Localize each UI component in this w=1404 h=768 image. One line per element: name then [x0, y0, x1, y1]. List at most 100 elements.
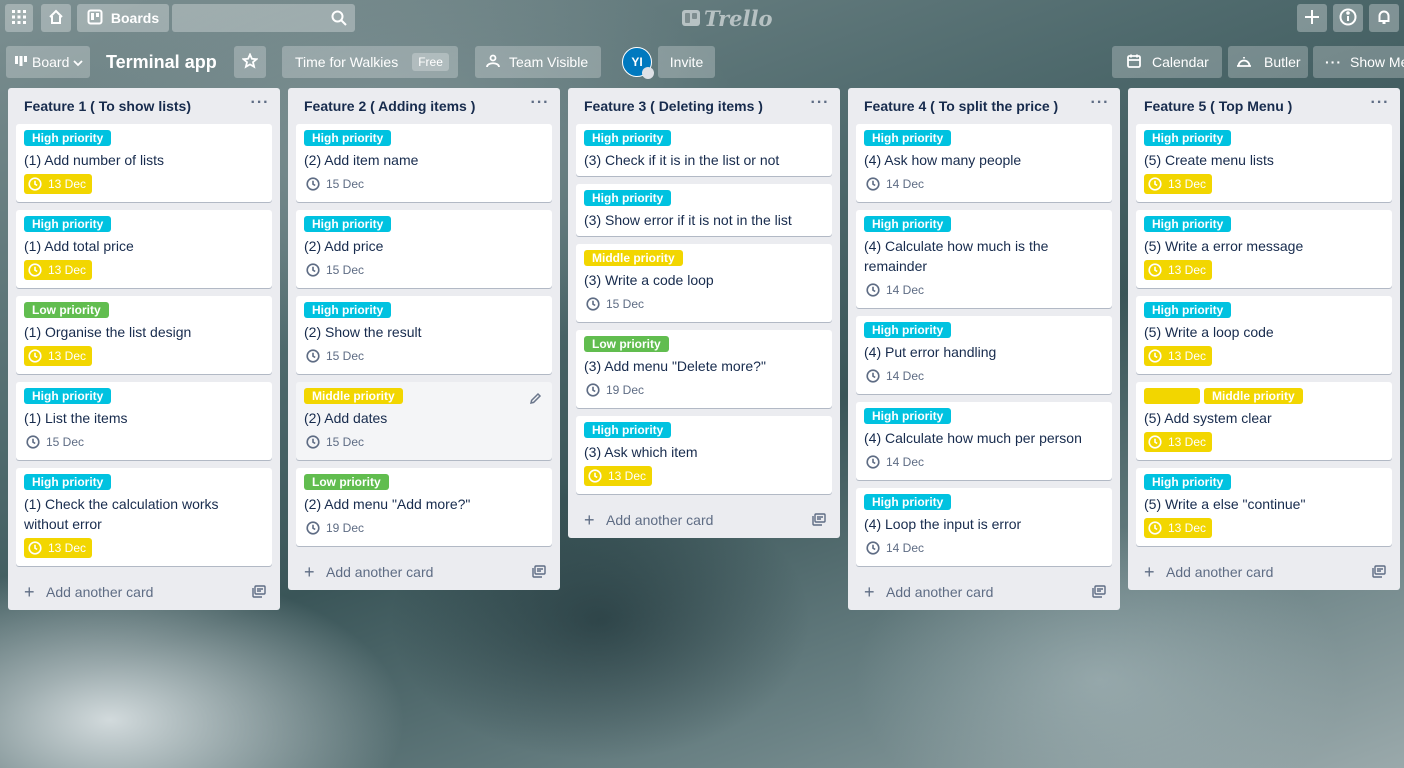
card[interactable]: High priority (1) Add total price 13 Dec — [16, 210, 272, 288]
due-date-badge[interactable]: 15 Dec — [584, 294, 646, 314]
card[interactable]: High priority (2) Show the result 15 Dec — [296, 296, 552, 374]
card-label[interactable]: High priority — [864, 130, 952, 146]
card[interactable]: High priority (3) Show error if it is not… — [576, 184, 832, 236]
card[interactable]: High priority (4) Calculate how much is t… — [856, 210, 1112, 308]
due-date-badge[interactable]: 14 Dec — [864, 366, 926, 386]
card-label[interactable]: High priority — [1144, 302, 1232, 318]
create-button[interactable] — [1297, 4, 1327, 32]
due-date-badge[interactable]: 14 Dec — [864, 538, 926, 558]
card[interactable]: High priority (3) Check if it is in the l… — [576, 124, 832, 176]
card-label[interactable]: Low priority — [304, 474, 389, 490]
card[interactable]: High priority (2) Add item name 15 Dec — [296, 124, 552, 202]
boards-button[interactable]: Boards — [77, 4, 169, 32]
due-date-badge[interactable]: 13 Dec — [1144, 260, 1213, 280]
card[interactable]: High priority (4) Put error handling 14 De… — [856, 316, 1112, 394]
card-label[interactable]: High priority — [1144, 474, 1232, 490]
due-date-badge[interactable]: 13 Dec — [1144, 432, 1213, 452]
list-menu-icon[interactable]: ··· — [248, 94, 272, 118]
star-button[interactable] — [234, 46, 266, 78]
search-input[interactable] — [172, 4, 338, 32]
list-title[interactable]: Feature 3 ( Deleting items ) — [584, 98, 763, 114]
card-label[interactable]: High priority — [24, 388, 112, 404]
card[interactable]: High priority (1) List the items 15 Dec — [16, 382, 272, 460]
card[interactable]: Low priority (3) Add menu "Delete more?" 1… — [576, 330, 832, 408]
pencil-icon[interactable] — [529, 392, 542, 410]
member-avatar[interactable]: YI — [622, 47, 654, 79]
list-menu-icon[interactable]: ··· — [808, 94, 832, 118]
card-label[interactable] — [1144, 388, 1200, 404]
add-card-button[interactable]: + Add another card — [288, 554, 560, 590]
notifications-button[interactable] — [1369, 4, 1399, 32]
card-label[interactable]: High priority — [1144, 130, 1232, 146]
card-label[interactable]: Middle priority — [304, 388, 403, 404]
due-date-badge[interactable]: 15 Dec — [304, 346, 366, 366]
due-date-badge[interactable]: 14 Dec — [864, 452, 926, 472]
add-card-button[interactable]: + Add another card — [848, 574, 1120, 610]
card-label[interactable]: Middle priority — [1204, 388, 1303, 404]
card-label[interactable]: High priority — [24, 130, 112, 146]
card[interactable]: High priority (4) Calculate how much per … — [856, 402, 1112, 480]
card-label[interactable]: High priority — [24, 474, 112, 490]
card-label[interactable]: High priority — [1144, 216, 1232, 232]
card[interactable]: High priority (5) Write a error message 13… — [1136, 210, 1392, 288]
add-card-button[interactable]: + Add another card — [1128, 554, 1400, 590]
list-title[interactable]: Feature 1 ( To show lists) — [24, 98, 191, 114]
card-label[interactable]: High priority — [584, 422, 672, 438]
card[interactable]: High priority (2) Add price 15 Dec — [296, 210, 552, 288]
card[interactable]: High priority (1) Add number of lists 13 D… — [16, 124, 272, 202]
home-button[interactable] — [41, 4, 71, 32]
card[interactable]: High priority (5) Create menu lists 13 Dec — [1136, 124, 1392, 202]
invite-button[interactable]: Invite — [658, 46, 715, 78]
due-date-badge[interactable]: 15 Dec — [304, 174, 366, 194]
due-date-badge[interactable]: 13 Dec — [24, 174, 93, 194]
card-label[interactable]: High priority — [304, 302, 392, 318]
board-title[interactable]: Terminal app — [106, 50, 217, 74]
card-template-icon[interactable] — [252, 585, 266, 601]
due-date-badge[interactable]: 15 Dec — [24, 432, 86, 452]
card[interactable]: High priority (3) Ask which item 13 Dec — [576, 416, 832, 494]
team-button[interactable]: Time for Walkies Free — [282, 46, 458, 78]
apps-button[interactable] — [5, 4, 33, 32]
card-label[interactable]: High priority — [864, 322, 952, 338]
card-label[interactable]: Low priority — [24, 302, 109, 318]
calendar-button[interactable]: Calendar — [1112, 46, 1222, 78]
show-menu-button[interactable]: ··· Show Me — [1313, 46, 1404, 78]
card-label[interactable]: Low priority — [584, 336, 669, 352]
card[interactable]: Low priority (1) Organise the list design… — [16, 296, 272, 374]
card-template-icon[interactable] — [1092, 585, 1106, 601]
list-title[interactable]: Feature 4 ( To split the price ) — [864, 98, 1058, 114]
due-date-badge[interactable]: 13 Dec — [24, 538, 93, 558]
card-template-icon[interactable] — [812, 513, 826, 529]
card-label[interactable]: High priority — [304, 216, 392, 232]
card[interactable]: Middle priority (5) Add system clear 13 De… — [1136, 382, 1392, 460]
card[interactable]: High priority (1) Check the calculation w… — [16, 468, 272, 566]
card[interactable]: High priority (5) Write a loop code 13 Dec — [1136, 296, 1392, 374]
due-date-badge[interactable]: 13 Dec — [584, 466, 653, 486]
due-date-badge[interactable]: 19 Dec — [584, 380, 646, 400]
due-date-badge[interactable]: 15 Dec — [304, 260, 366, 280]
due-date-badge[interactable]: 14 Dec — [864, 280, 926, 300]
add-card-button[interactable]: + Add another card — [8, 574, 280, 610]
due-date-badge[interactable]: 13 Dec — [1144, 174, 1213, 194]
due-date-badge[interactable]: 19 Dec — [304, 518, 366, 538]
card-template-icon[interactable] — [532, 565, 546, 581]
due-date-badge[interactable]: 13 Dec — [1144, 518, 1213, 538]
card[interactable]: High priority (5) Write a else "continue"… — [1136, 468, 1392, 546]
list-title[interactable]: Feature 2 ( Adding items ) — [304, 98, 475, 114]
board-view-switcher[interactable]: Board — [6, 46, 90, 78]
due-date-badge[interactable]: 13 Dec — [24, 260, 93, 280]
card-label[interactable]: High priority — [584, 190, 672, 206]
card[interactable]: Low priority (2) Add menu "Add more?" 19 D… — [296, 468, 552, 546]
add-card-button[interactable]: + Add another card — [568, 502, 840, 538]
search-icon[interactable] — [331, 10, 347, 31]
info-button[interactable] — [1333, 4, 1363, 32]
card-label[interactable]: High priority — [584, 130, 672, 146]
butler-button[interactable]: Butler — [1228, 46, 1308, 78]
card-label[interactable]: Middle priority — [584, 250, 683, 266]
list-menu-icon[interactable]: ··· — [1368, 94, 1392, 118]
card-label[interactable]: High priority — [864, 408, 952, 424]
due-date-badge[interactable]: 15 Dec — [304, 432, 366, 452]
visibility-button[interactable]: Team Visible — [475, 46, 601, 78]
card[interactable]: High priority (4) Loop the input is error… — [856, 488, 1112, 566]
card[interactable]: Middle priority (3) Write a code loop 15 D… — [576, 244, 832, 322]
